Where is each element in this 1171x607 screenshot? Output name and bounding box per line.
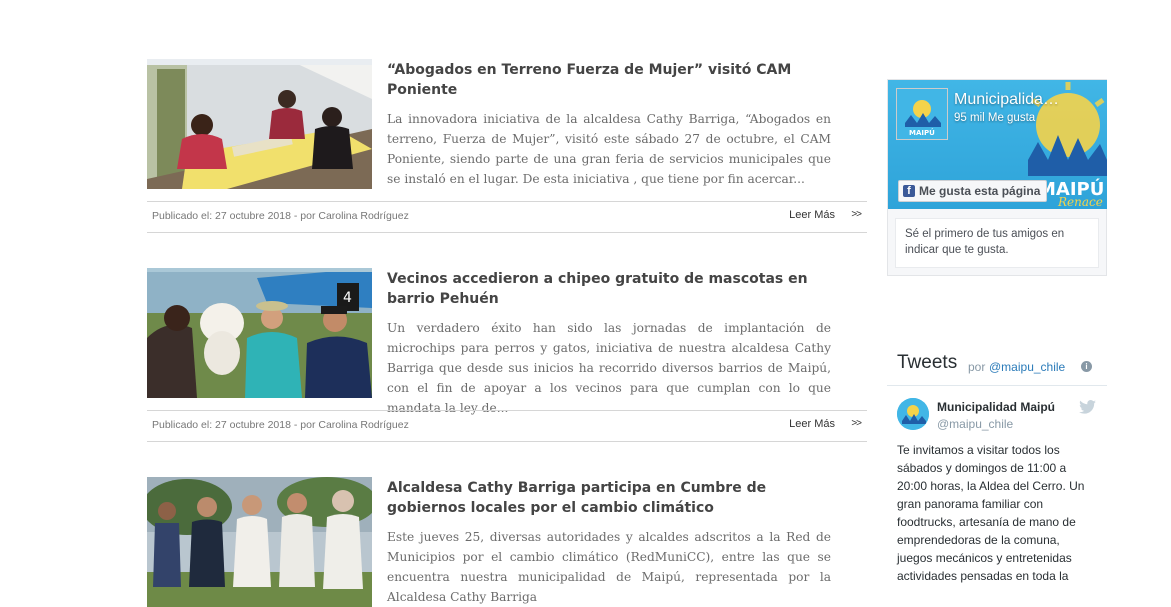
tweet-author-name[interactable]: Municipalidad Maipú <box>937 400 1055 414</box>
facebook-like-page-button[interactable]: f Me gusta esta página <box>898 180 1048 202</box>
cover-renace-text: Renace <box>1057 195 1103 209</box>
post-thumbnail-pet-chipping[interactable]: 4 <box>147 268 372 398</box>
post-thumbnail-climate-summit[interactable] <box>147 477 372 607</box>
twitter-by-label: por <box>968 360 986 374</box>
facebook-page-name[interactable]: Municipalida… <box>954 91 1059 109</box>
news-post: “Abogados en Terreno Fuerza de Mujer” vi… <box>147 59 867 234</box>
post-excerpt: Un verdadero éxito han sido las jornadas… <box>387 321 831 415</box>
post-title[interactable]: “Abogados en Terreno Fuerza de Mujer” vi… <box>387 60 837 100</box>
twitter-timeline: Municipalidad Maipú @maipu_chile Te invi… <box>887 385 1107 586</box>
facebook-like-button-label: Me gusta esta página <box>919 184 1041 198</box>
facebook-f-icon: f <box>903 185 915 197</box>
facebook-friends-prompt: Sé el primero de tus amigos en indicar q… <box>895 218 1099 268</box>
facebook-cover-image[interactable]: MAIPÚ Renace MAIPÚ Municipalida… 95 mil … <box>888 80 1107 209</box>
post-excerpt: Este jueves 25, diversas autoridades y a… <box>387 530 831 604</box>
post-published-info: Publicado el: 27 octubre 2018 - por Caro… <box>152 210 409 222</box>
read-more-link[interactable]: Leer Más <box>789 418 835 430</box>
twitter-widget-heading: Tweets <box>897 352 958 373</box>
post-thumbnail-lawyers-fair[interactable] <box>147 59 372 189</box>
info-icon[interactable]: i <box>1081 361 1092 372</box>
post-meta-bar: Publicado el: 27 octubre 2018 - por Caro… <box>147 201 867 233</box>
post-excerpt: La innovadora iniciativa de la alcaldesa… <box>387 112 831 186</box>
read-more-arrow-icon[interactable]: >> <box>851 418 862 429</box>
twitter-account-link[interactable]: @maipu_chile <box>989 360 1065 374</box>
read-more-arrow-icon[interactable]: >> <box>851 209 862 220</box>
news-post: Alcaldesa Cathy Barriga participa en Cum… <box>147 477 867 607</box>
facebook-likes-count: 95 mil Me gusta <box>954 112 1036 124</box>
post-title[interactable]: Vecinos accedieron a chipeo gratuito de … <box>387 269 837 309</box>
tweet-author-handle[interactable]: @maipu_chile <box>937 417 1013 431</box>
logo-maipu-text: MAIPÚ <box>909 128 935 137</box>
svg-text:4: 4 <box>343 290 352 306</box>
twitter-bird-icon[interactable] <box>1079 400 1096 414</box>
post-published-info: Publicado el: 27 octubre 2018 - por Caro… <box>152 419 409 431</box>
news-post: 4 Vecinos accedieron a chipeo gratuito d… <box>147 268 867 443</box>
tweet-text: Te invitamos a visitar todos los sábados… <box>897 443 1085 583</box>
facebook-page-logo[interactable]: MAIPÚ <box>896 88 948 140</box>
post-title[interactable]: Alcaldesa Cathy Barriga participa en Cum… <box>387 478 837 518</box>
twitter-avatar[interactable] <box>897 398 929 430</box>
facebook-page-widget: MAIPÚ Renace MAIPÚ Municipalida… 95 mil … <box>887 79 1107 276</box>
post-meta-bar: Publicado el: 27 octubre 2018 - por Caro… <box>147 410 867 442</box>
read-more-link[interactable]: Leer Más <box>789 209 835 221</box>
